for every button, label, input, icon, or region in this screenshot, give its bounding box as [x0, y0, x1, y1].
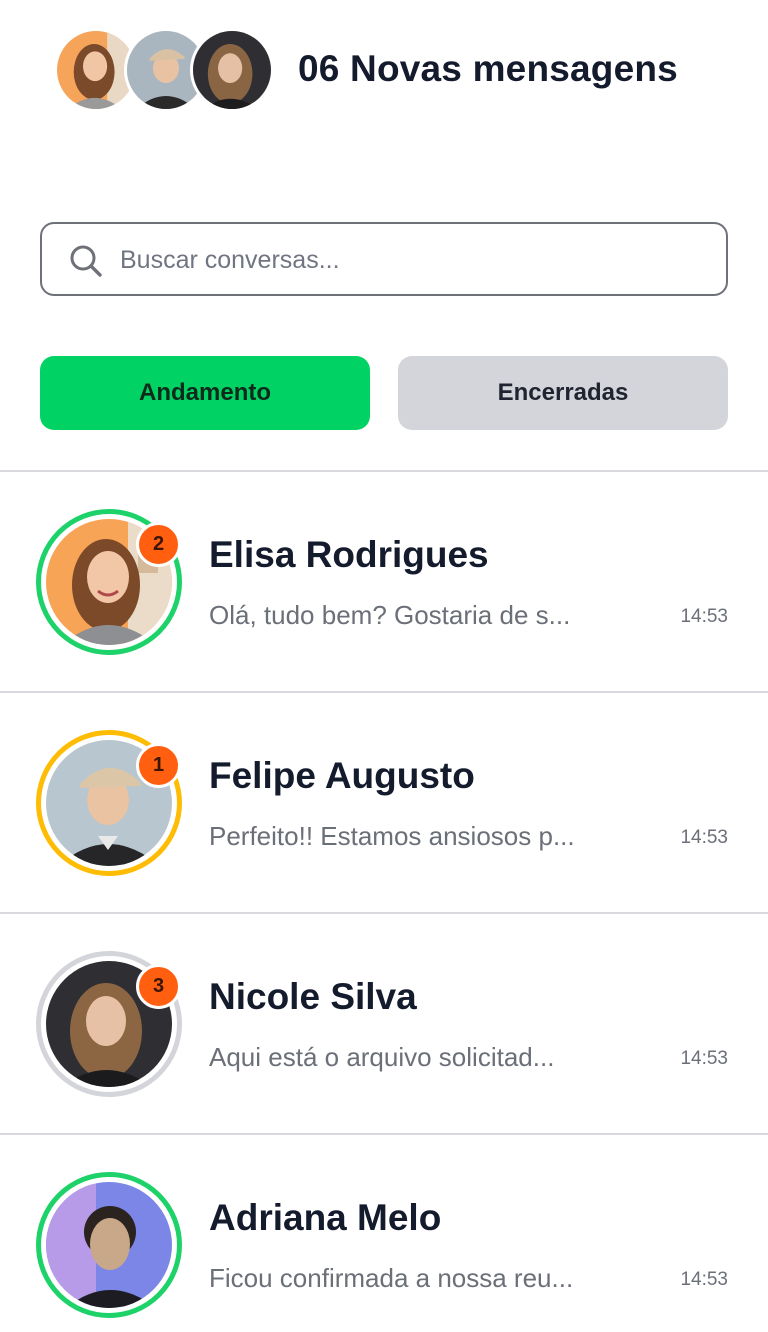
message-preview: Olá, tudo bem? Gostaria de s... [209, 600, 571, 630]
message-time: 14:53 [680, 606, 728, 627]
tab-encerradas[interactable]: Encerradas [398, 356, 728, 430]
conversation-list: 2 Elisa Rodrigues Olá, tudo bem? Gostari… [0, 470, 768, 1332]
conversation-item[interactable]: 1 Felipe Augusto Perfeito!! Estamos ansi… [0, 691, 768, 912]
message-preview: Perfeito!! Estamos ansiosos p... [209, 821, 575, 851]
search-input[interactable] [120, 240, 700, 280]
message-time: 14:53 [680, 1048, 728, 1069]
contact-name: Adriana Melo [209, 1197, 442, 1238]
search-bar[interactable] [40, 222, 728, 296]
search-icon [70, 245, 102, 277]
avatar-stack[interactable] [54, 28, 274, 112]
unread-badge: 2 [136, 522, 181, 567]
message-time: 14:53 [680, 827, 728, 848]
avatar [36, 1172, 182, 1318]
avatar [190, 28, 274, 112]
page-title: 06 Novas mensagens [298, 48, 678, 89]
message-preview: Aqui está o arquivo solicitad... [209, 1042, 555, 1072]
unread-badge: 1 [136, 743, 181, 788]
contact-name: Felipe Augusto [209, 755, 475, 796]
header: 06 Novas mensagens [0, 0, 768, 150]
conversation-item[interactable]: 2 Elisa Rodrigues Olá, tudo bem? Gostari… [0, 470, 768, 691]
unread-badge: 3 [136, 964, 181, 1009]
contact-name: Elisa Rodrigues [209, 534, 489, 575]
conversation-item[interactable]: Adriana Melo Ficou confirmada a nossa re… [0, 1133, 768, 1332]
message-time: 14:53 [680, 1269, 728, 1290]
contact-name: Nicole Silva [209, 976, 417, 1017]
message-preview: Ficou confirmada a nossa reu... [209, 1263, 574, 1293]
tab-andamento[interactable]: Andamento [40, 356, 370, 430]
conversation-item[interactable]: 3 Nicole Silva Aqui está o arquivo solic… [0, 912, 768, 1133]
